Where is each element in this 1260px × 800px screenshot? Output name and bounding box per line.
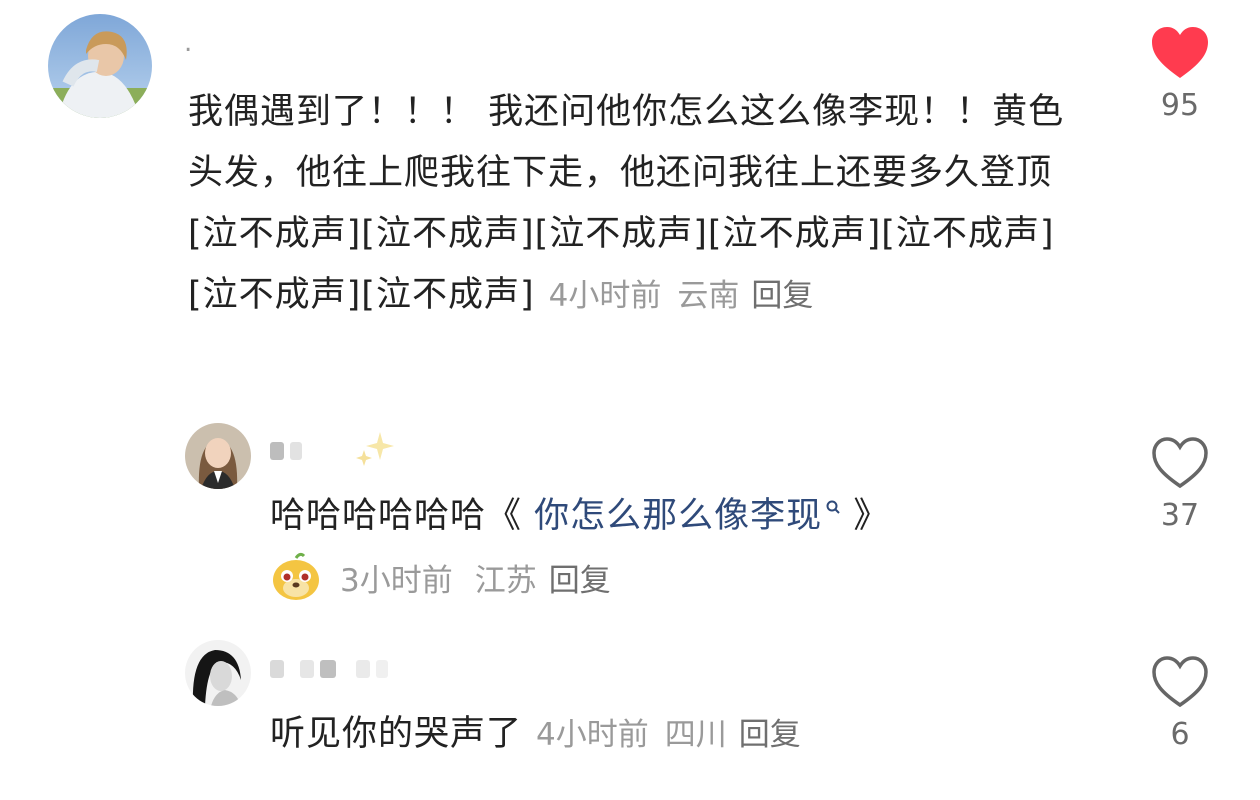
comment-meta: 4小时前 云南 回复: [549, 278, 814, 314]
doge-sticker-icon: [273, 552, 319, 600]
reply-button[interactable]: 回复: [739, 717, 801, 753]
reply-username-obscured[interactable]: [270, 660, 388, 678]
like-count: 95: [1160, 88, 1200, 123]
reply-username-obscured[interactable]: [270, 442, 302, 460]
sparkles-icon: [356, 432, 394, 466]
reply-meta: 3小时前 江苏 回复: [270, 552, 611, 602]
like-button[interactable]: 95: [1150, 26, 1210, 124]
heart-outline-icon: [1152, 656, 1208, 708]
username[interactable]: .: [184, 28, 192, 58]
reply-user-avatar[interactable]: [185, 640, 251, 706]
search-link-text: 你怎么那么像李现: [534, 496, 823, 536]
reply-location: 江苏: [474, 562, 537, 599]
reply-button[interactable]: 回复: [549, 555, 611, 600]
like-button[interactable]: 6: [1150, 655, 1210, 753]
comment-text: 我偶遇到了！！！ 我还问他你怎么这么像李现！！黄色头发，他往上爬我往下走，他还问…: [188, 82, 1088, 327]
heart-filled-icon: [1152, 27, 1208, 78]
reply-text: 哈哈哈哈哈哈《 你怎么那么像李现 》: [270, 494, 889, 538]
reply-button[interactable]: 回复: [751, 278, 813, 314]
comment-location: 云南: [677, 278, 740, 314]
heart-outline-icon: [1152, 437, 1208, 489]
reply-text-suffix: 》: [853, 496, 890, 536]
reply-user-avatar[interactable]: [185, 423, 251, 489]
like-count: 37: [1160, 498, 1200, 533]
reply-meta: 4小时前 四川 回复: [536, 717, 801, 753]
like-count: 6: [1170, 717, 1190, 752]
like-button[interactable]: 37: [1150, 436, 1210, 534]
search-icon: [826, 500, 840, 514]
reply-text-prefix: 哈哈哈哈哈哈《: [270, 496, 523, 536]
reply-time: 4小时前: [536, 717, 649, 753]
reply-location: 四川: [664, 717, 727, 753]
user-avatar[interactable]: [48, 14, 152, 118]
comment-time: 4小时前: [548, 278, 662, 314]
search-link[interactable]: 你怎么那么像李现: [534, 496, 841, 536]
reply-body: 听见你的哭声了: [270, 714, 523, 754]
reply-text: 听见你的哭声了 4小时前 四川 回复: [270, 712, 801, 757]
reply-time: 3小时前: [340, 562, 453, 599]
